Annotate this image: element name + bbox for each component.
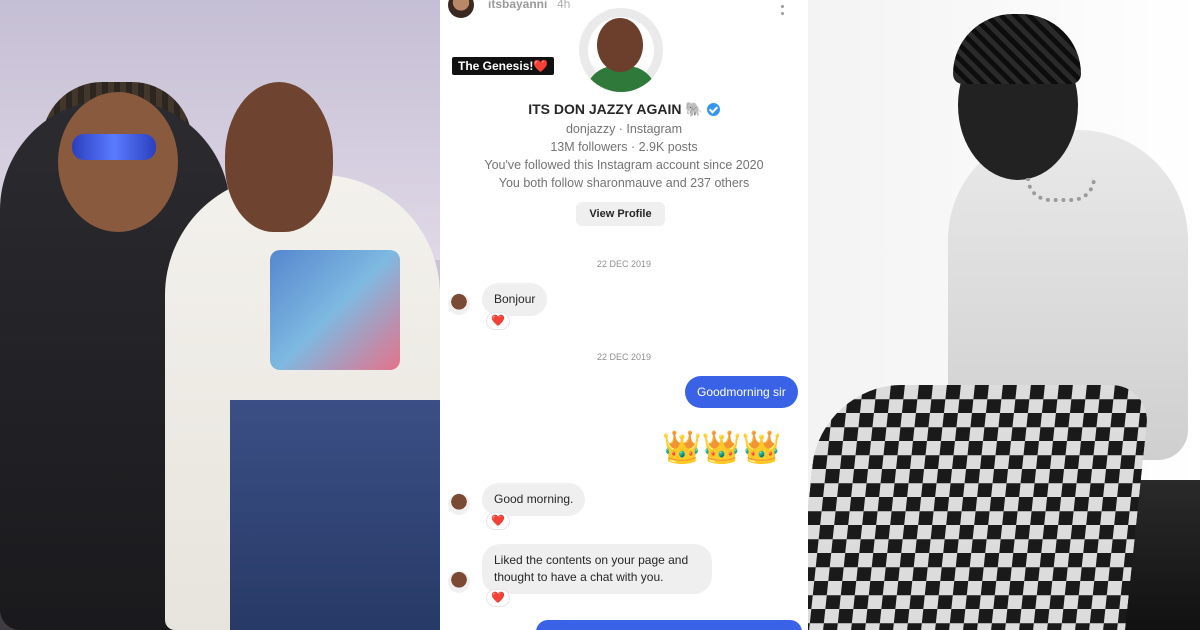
instagram-dm-panel: itsbayanni 4h The Genesis!❤️ ITS DON JAZ… — [440, 0, 808, 630]
story-time: 4h — [557, 0, 571, 11]
left-person-face — [58, 92, 178, 232]
heart-reaction-icon[interactable]: ❤️ — [486, 312, 510, 330]
date-divider: 22 DEC 2019 — [596, 352, 652, 362]
profile-name: ITS DON JAZZY AGAIN 🐘 — [440, 101, 808, 118]
collage: itsbayanni 4h The Genesis!❤️ ITS DON JAZ… — [0, 0, 1200, 630]
verified-badge-icon — [706, 103, 720, 116]
sender-avatar[interactable] — [448, 571, 470, 593]
right-person-face — [225, 82, 333, 232]
message-bubble-incoming[interactable]: Liked the contents on your page and thou… — [482, 544, 712, 594]
more-vertical-icon[interactable] — [776, 0, 788, 15]
jeans — [230, 400, 440, 630]
sunglasses — [72, 134, 156, 160]
profile-name-text: ITS DON JAZZY AGAIN 🐘 — [528, 101, 703, 117]
avatar-face — [597, 18, 643, 72]
heart-reaction-icon[interactable]: ❤️ — [486, 512, 510, 530]
message-emoji-outgoing[interactable]: 👑👑👑 — [662, 431, 782, 463]
profile-stats: 13M followers · 2.9K posts — [550, 140, 698, 154]
view-profile-button[interactable]: View Profile — [576, 202, 665, 226]
followed-since: You've followed this Instagram account s… — [484, 158, 764, 172]
shirt-print — [270, 250, 400, 370]
heart-reaction-icon[interactable]: ❤️ — [486, 589, 510, 607]
checkered-pants — [808, 385, 1151, 630]
sender-avatar[interactable] — [448, 493, 470, 515]
profile-avatar[interactable] — [579, 8, 663, 92]
date-divider: 22 DEC 2019 — [596, 259, 652, 269]
story-avatar[interactable] — [448, 0, 474, 18]
profile-handle: donjazzy · Instagram — [565, 122, 683, 136]
outgoing-bubble-partial — [536, 620, 802, 630]
story-username[interactable]: itsbayanni — [488, 0, 547, 11]
story-caption-sticker: The Genesis!❤️ — [452, 57, 555, 75]
mutual-followers: You both follow sharonmauve and 237 othe… — [498, 176, 750, 190]
sender-avatar[interactable] — [448, 293, 470, 315]
message-bubble-outgoing[interactable]: Goodmorning sir — [685, 376, 798, 408]
hair — [953, 14, 1081, 84]
right-photo — [808, 0, 1200, 630]
message-bubble-incoming[interactable]: Bonjour — [482, 283, 548, 316]
left-photo — [0, 0, 440, 630]
